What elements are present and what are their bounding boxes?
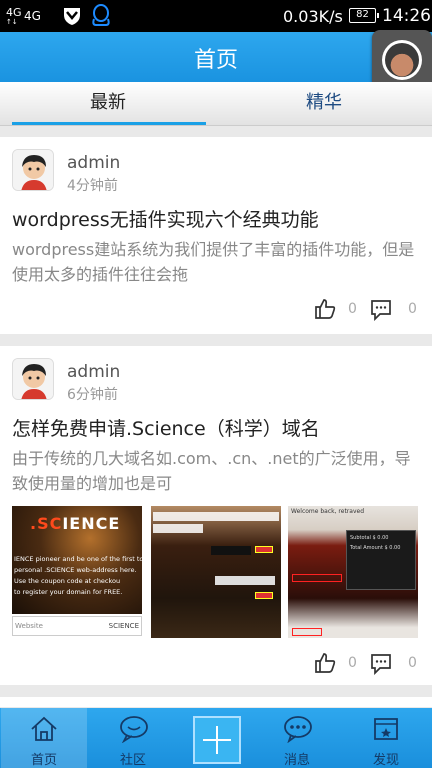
comment-count: 0 (408, 655, 417, 671)
shield-icon (62, 6, 82, 30)
post-time: 6分钟前 (67, 387, 118, 403)
post-title[interactable]: wordpress无插件实现六个经典功能 (12, 205, 319, 232)
home-icon (31, 716, 57, 741)
post-author[interactable]: admin (67, 362, 120, 382)
nav-home[interactable]: 首页 (1, 708, 87, 768)
nav-discover-label: 发现 (372, 753, 399, 768)
logo-text-prefix: .SC (30, 514, 63, 533)
network-type-secondary: 4G (24, 9, 41, 23)
post-excerpt: 由于传统的几大域名如.com、.cn、.net的广泛使用，导致使用量的增加也是可 (12, 449, 411, 493)
image-input-tld: SCIENCE (108, 622, 139, 630)
like-count: 0 (348, 655, 357, 671)
post-actions: 0 0 (312, 652, 422, 676)
image-ui-bar (211, 546, 251, 555)
bottom-navigation: 首页 社区 消息 发现 (0, 708, 432, 768)
app-screen: 4G ↑↓ 4G 0.03K/s 82 14:26 首页 最新 精华 admin… (0, 0, 432, 768)
post-feed[interactable]: admin 4分钟前 wordpress无插件实现六个经典功能 wordpres… (0, 127, 432, 707)
clock: 14:26 (382, 6, 431, 26)
network-speed: 0.03K/s (283, 7, 343, 26)
avatar (385, 43, 419, 77)
image-header: Welcome back, retraved (291, 508, 364, 515)
post-actions: 0 0 (312, 298, 422, 322)
post-title[interactable]: 怎样免费申请.Science（科学）域名 (12, 414, 320, 441)
floating-avatar-button[interactable] (372, 30, 432, 90)
user-avatar[interactable] (12, 358, 54, 400)
image-caption-line: to register your domain for FREE. (14, 588, 123, 596)
network-indicator: 4G ↑↓ (6, 7, 22, 26)
like-count: 0 (348, 301, 357, 317)
plus-icon (216, 726, 218, 754)
nav-home-label: 首页 (30, 753, 57, 768)
post-card[interactable]: admin 6分钟前 怎样免费申请.Science（科学）域名 由于传统的几大域… (0, 346, 432, 685)
add-post-button[interactable] (193, 716, 241, 764)
post-image[interactable]: .SCIENCE IENCE pioneer and be one of the… (12, 506, 142, 638)
logo-text-suffix: IENCE (62, 514, 121, 533)
nav-discover[interactable]: 发现 (343, 708, 429, 768)
image-website-field: Website SCIENCE (12, 616, 142, 636)
image-caption: IENCE pioneer and be one of the first to… (14, 554, 142, 598)
science-logo: .SCIENCE (30, 514, 120, 533)
discover-icon (374, 718, 398, 740)
post-card[interactable]: admin 4分钟前 wordpress无插件实现六个经典功能 wordpres… (0, 137, 432, 334)
image-highlight-box (292, 574, 342, 582)
message-icon (284, 716, 312, 743)
image-panel: Subtotal $ 0.00 Total Amount $ 0.00 (346, 530, 416, 590)
image-caption-line: personal .SCIENCE web-address here. (14, 566, 137, 574)
image-red-button (255, 546, 273, 553)
image-panel-row: Subtotal $ 0.00 (350, 535, 389, 541)
thumbs-up-icon[interactable] (314, 652, 336, 678)
nav-messages-label: 消息 (283, 753, 310, 768)
image-highlight-box (292, 628, 322, 636)
active-tab-indicator (12, 122, 206, 125)
status-bar: 4G ↑↓ 4G 0.03K/s 82 14:26 (0, 0, 432, 32)
comment-count: 0 (408, 301, 417, 317)
image-ui-bar (153, 524, 203, 533)
post-images: .SCIENCE IENCE pioneer and be one of the… (12, 506, 420, 638)
image-input-label: Website (15, 622, 43, 630)
post-card[interactable] (0, 697, 432, 707)
chat-bubble-icon (120, 716, 148, 743)
app-header: 首页 (0, 32, 432, 82)
tab-bar: 最新 精华 (0, 82, 432, 126)
image-caption-line: IENCE pioneer and be one of the first to… (14, 555, 142, 563)
qq-penguin-icon (90, 4, 112, 32)
image-ui-bar (153, 512, 279, 521)
network-activity: ↑↓ (6, 18, 18, 26)
post-time: 4分钟前 (67, 178, 118, 194)
post-image[interactable] (151, 506, 281, 638)
image-ui-bar (215, 576, 275, 585)
image-red-button (255, 592, 273, 599)
tab-latest[interactable]: 最新 (0, 82, 216, 126)
nav-messages[interactable]: 消息 (254, 708, 340, 768)
post-excerpt: wordpress建站系统为我们提供了丰富的插件功能，但是使用太多的插件往往会拖 (12, 240, 415, 284)
user-avatar[interactable] (12, 149, 54, 191)
battery-indicator: 82 (349, 8, 379, 23)
post-image[interactable]: Welcome back, retraved Subtotal $ 0.00 T… (288, 506, 418, 638)
page-title: 首页 (193, 48, 238, 73)
post-author[interactable]: admin (67, 153, 120, 173)
comment-icon[interactable] (370, 299, 392, 325)
image-caption-line: Use the coupon code at checkou (14, 577, 121, 585)
nav-community[interactable]: 社区 (90, 708, 176, 768)
image-panel-row: Total Amount $ 0.00 (350, 545, 401, 551)
nav-community-label: 社区 (119, 753, 146, 768)
tab-featured[interactable]: 精华 (216, 82, 432, 126)
comment-icon[interactable] (370, 653, 392, 679)
thumbs-up-icon[interactable] (314, 298, 336, 324)
